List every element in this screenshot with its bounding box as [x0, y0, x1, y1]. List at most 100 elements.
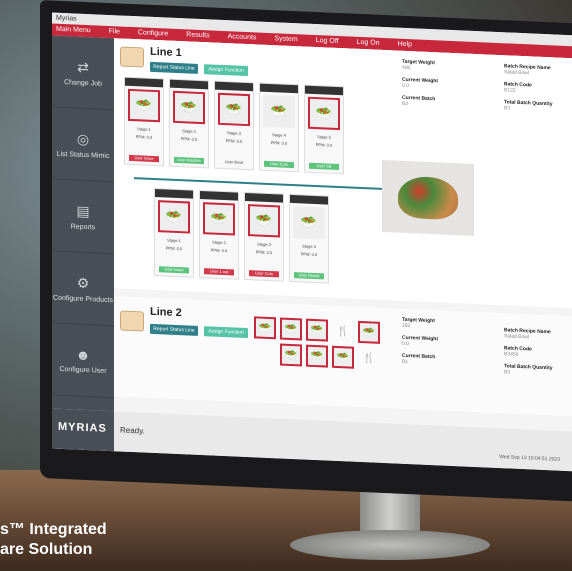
stage-card[interactable]: 🥗 Stage 4 PPM: 0.0 User Cuts — [259, 82, 299, 173]
monitor: Myrias Main Menu File Configure Results … — [40, 0, 572, 502]
stage-image: 🥗 — [128, 88, 160, 123]
user-icon: ☻ — [75, 346, 91, 364]
window-title: Myrias — [56, 14, 77, 23]
stage-mini[interactable]: 🥗 — [358, 320, 380, 344]
assign-function-button[interactable]: Assign Function — [204, 326, 248, 339]
report-icon: ▤ — [76, 202, 90, 219]
stage-image: 🥗 — [203, 202, 235, 236]
stage-card[interactable]: 🥗 Stage 1 PPM: 0.0 User Issue — [124, 76, 164, 167]
swap-icon: ⇄ — [77, 58, 89, 75]
product-thumbnail — [120, 310, 144, 332]
stage-card[interactable]: 🥗 Stage 2 PPM: 0.0 User Inactive — [169, 78, 209, 169]
stage-image: 🥗 — [248, 204, 280, 238]
ppm-label: PPM: 0.0 — [255, 249, 273, 256]
stage-card[interactable]: 🥗 Stage 2 PPM: 0.0 User 1 out — [199, 189, 239, 280]
stage-mini[interactable]: 🥗 — [306, 344, 328, 368]
sidebar-item-list-status[interactable]: ◎ List Status Mimic — [52, 107, 114, 183]
sidebar-item-configure-products[interactable]: ⚙ Configure Products — [52, 251, 114, 327]
datetime: Wed Sep 13 10:04:51 2023 — [499, 454, 560, 463]
stage-label: Stage 4 — [302, 243, 316, 250]
caption-line-2: are Solution — [0, 541, 93, 558]
monitor-base — [290, 530, 490, 560]
stage-mini[interactable]: 🥗 — [280, 317, 302, 341]
stage-card[interactable]: 🥗 Stage 3 PPM: 0.0 User Cuts — [244, 191, 284, 282]
menu-system[interactable]: System — [274, 33, 297, 46]
stage-image: 🥗 — [218, 92, 250, 127]
stage-state[interactable]: User Inactive — [174, 156, 204, 165]
card-header — [260, 83, 298, 94]
status-text: Ready. — [120, 425, 145, 436]
ppm-label: PPM: 0.0 — [180, 136, 198, 142]
ppm-label: PPM: 0.0 — [225, 138, 243, 144]
stage-state[interactable]: User Issue — [159, 266, 189, 274]
card-header — [155, 189, 193, 199]
stage-mini[interactable]: 🥗 — [332, 345, 354, 369]
line-2-batch-info: Batch Recipe Name Salad Bowl Batch Code B3… — [504, 327, 553, 376]
stage-label: Stage 2 — [212, 239, 226, 246]
menu-help[interactable]: Help — [398, 39, 412, 52]
main-panel: Line 1 Report Status Line Assign Functio… — [114, 38, 572, 432]
stage-label: Stage 3 — [227, 130, 241, 136]
stage-label: Stage 3 — [257, 241, 271, 248]
ppm-label: PPM: 0.0 — [315, 142, 333, 148]
stage-state[interactable]: User Cuts — [249, 270, 279, 278]
card-header — [125, 77, 163, 88]
stage-card[interactable]: 🥗 Stage 3 PPM: 0.0 User Bowl — [214, 80, 254, 171]
sidebar-item-configure-user[interactable]: ☻ Configure User — [52, 323, 114, 399]
stage-state[interactable]: User Ready — [294, 272, 324, 280]
stage-card[interactable]: 🥗 Stage 5 PPM: 0.0 User SB — [304, 84, 344, 175]
product-thumbnail — [120, 46, 144, 68]
stage-card[interactable]: 🥗 Stage 4 PPM: 0.0 User Ready — [289, 193, 329, 284]
menu-results[interactable]: Results — [186, 29, 209, 42]
menu-file[interactable]: File — [109, 26, 120, 38]
stage-image: 🥗 — [263, 94, 295, 129]
screen: Myrias Main Menu File Configure Results … — [52, 12, 572, 472]
stage-mini[interactable]: 🍴 — [358, 347, 380, 370]
ppm-label: PPM: 0.0 — [300, 251, 318, 258]
line-2-panel: Line 2 Report Status Line Assign Functio… — [114, 296, 572, 417]
line-title: Line 1 — [150, 45, 182, 60]
product-photo — [382, 159, 474, 236]
card-header — [305, 85, 343, 96]
stage-image: 🥗 — [158, 200, 190, 234]
line-1-panel: Line 1 Report Status Line Assign Functio… — [114, 38, 572, 309]
caption-overlay: s™ Integrated are Solution — [0, 520, 107, 560]
sidebar-item-label: Configure User — [59, 365, 107, 375]
stage-label: Stage 1 — [167, 237, 181, 244]
stage-card[interactable]: 🥗 Stage 1 PPM: 0.0 User Issue — [154, 187, 194, 278]
stage-image: 🥗 — [308, 96, 340, 131]
stage-state[interactable]: User SB — [309, 162, 339, 171]
assign-function-button[interactable]: Assign Function — [204, 64, 248, 77]
salad-bowl-image — [398, 175, 458, 221]
stage-label: Stage 5 — [317, 134, 331, 140]
stage-state[interactable]: User Cuts — [264, 160, 294, 169]
gear-icon: ⚙ — [76, 274, 90, 291]
menu-logoff[interactable]: Log Off — [316, 35, 339, 48]
line-1-info: Target Weight 400 Current Weight 0.0 Curre… — [402, 58, 439, 108]
sidebar-item-label: List Status Mimic — [56, 150, 110, 160]
menu-logon[interactable]: Log On — [357, 37, 380, 50]
stage-label: Stage 4 — [272, 132, 286, 138]
ppm-label: PPM: 0.0 — [165, 245, 183, 252]
report-status-button[interactable]: Report Status Line — [150, 61, 198, 74]
stage-mini[interactable]: 🥗 — [280, 343, 302, 367]
sidebar-item-label: Configure Products — [53, 294, 113, 304]
sidebar-item-label: Change Job — [64, 78, 102, 88]
ppm-label: PPM: 0.0 — [270, 140, 288, 146]
report-status-button[interactable]: Report Status Line — [150, 323, 198, 336]
stage-mini[interactable]: 🍴 — [332, 320, 354, 343]
stage-state[interactable]: User 1 out — [204, 268, 234, 276]
stage-mini[interactable]: 🥗 — [254, 316, 276, 340]
sidebar: ⇄ Change Job ◎ List Status Mimic ▤ Reports … — [52, 35, 114, 412]
stage-state[interactable]: User Issue — [129, 154, 159, 163]
sidebar-item-label: Reports — [70, 222, 96, 231]
sidebar-item-reports[interactable]: ▤ Reports — [52, 179, 114, 255]
stage-mini[interactable]: 🥗 — [306, 318, 328, 342]
ppm-label: PPM: 0.0 — [135, 134, 153, 140]
card-header — [245, 192, 283, 203]
card-header — [170, 79, 208, 90]
sidebar-item-change-job[interactable]: ⇄ Change Job — [52, 35, 114, 111]
stage-label: Stage 1 — [137, 126, 151, 132]
stage-label: Stage 2 — [182, 128, 196, 134]
line-2-info: Target Weight 250 Current Weight 0.0 Curre… — [402, 316, 439, 366]
